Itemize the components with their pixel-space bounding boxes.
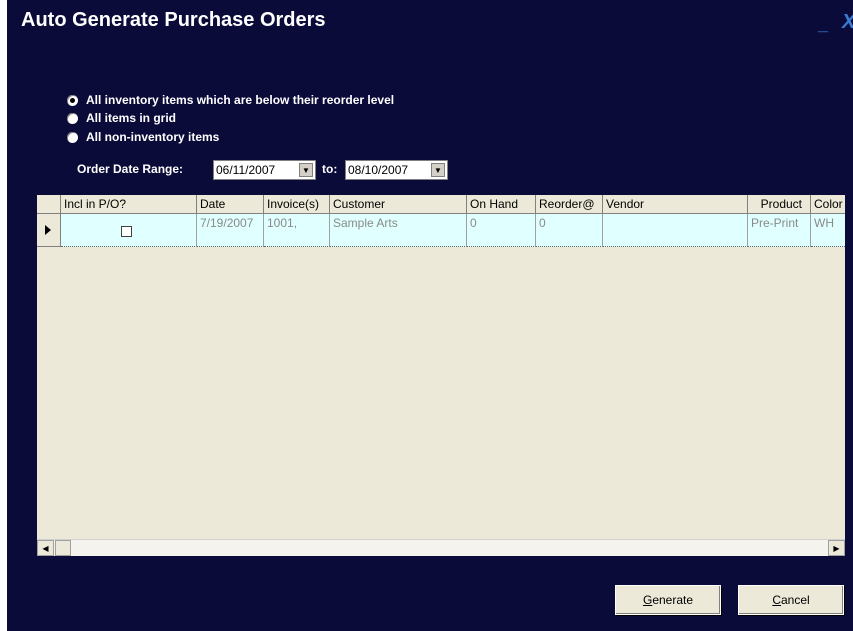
radio-button[interactable] [67, 131, 78, 143]
horizontal-scrollbar[interactable]: ◀ ▶ [37, 539, 845, 556]
cell-invoices[interactable]: 1001, [264, 214, 330, 247]
close-button[interactable]: X [842, 11, 853, 34]
col-header-reorder[interactable]: Reorder@ [536, 195, 603, 214]
radio-button[interactable] [67, 94, 78, 106]
scroll-left-icon[interactable]: ◀ [37, 540, 54, 556]
cell-date[interactable]: 7/19/2007 [197, 214, 264, 247]
option-below-reorder[interactable]: All inventory items which are below thei… [67, 92, 394, 108]
option-non-inventory[interactable]: All non-inventory items [67, 129, 219, 145]
option-all-in-grid[interactable]: All items in grid [67, 110, 176, 126]
cell-incl[interactable] [61, 214, 197, 247]
scroll-thumb[interactable] [55, 540, 71, 556]
chevron-down-icon[interactable]: ▼ [431, 163, 445, 177]
minimize-button[interactable]: _ [818, 14, 828, 35]
radio-button[interactable] [67, 112, 78, 124]
col-header-incl[interactable]: Incl in P/O? [61, 195, 197, 214]
cancel-button-label: Cancel [772, 593, 810, 607]
order-date-range-label: Order Date Range: [77, 162, 184, 176]
to-date-picker[interactable]: 08/10/2007 ▼ [345, 160, 448, 180]
row-selector[interactable] [37, 214, 61, 247]
cancel-button[interactable]: Cancel [738, 585, 844, 615]
table-row[interactable]: 7/19/2007 1001, Sample Arts 0 0 Pre-Prin… [37, 214, 845, 247]
current-row-arrow-icon [45, 225, 51, 235]
to-label: to: [322, 162, 338, 176]
include-checkbox[interactable] [121, 226, 132, 237]
cell-vendor[interactable] [603, 214, 748, 247]
from-date-value: 06/11/2007 [216, 163, 276, 177]
generate-button-label: Generate [642, 593, 694, 607]
col-header-customer[interactable]: Customer [330, 195, 467, 214]
cell-reorder[interactable]: 0 [536, 214, 603, 247]
dialog-title: Auto Generate Purchase Orders [21, 9, 326, 31]
items-grid[interactable]: Incl in P/O? Date Invoice(s) Customer On… [37, 195, 845, 556]
generate-button[interactable]: Generate [615, 585, 721, 615]
cell-on-hand[interactable]: 0 [467, 214, 536, 247]
col-header-product[interactable]: Product [748, 195, 811, 214]
option-label: All non-inventory items [86, 130, 220, 144]
cell-customer[interactable]: Sample Arts [330, 214, 467, 247]
option-label: All items in grid [86, 111, 177, 125]
col-header-color[interactable]: Color [811, 195, 845, 214]
scroll-right-icon[interactable]: ▶ [828, 540, 845, 556]
chevron-down-icon[interactable]: ▼ [299, 163, 313, 177]
header-corner [37, 195, 61, 214]
grid-header: Incl in P/O? Date Invoice(s) Customer On… [37, 195, 845, 214]
col-header-vendor[interactable]: Vendor [603, 195, 748, 214]
col-header-on-hand[interactable]: On Hand [467, 195, 536, 214]
from-date-picker[interactable]: 06/11/2007 ▼ [213, 160, 316, 180]
option-label: All inventory items which are below thei… [86, 93, 395, 107]
cell-color[interactable]: WH [811, 214, 845, 247]
cell-product[interactable]: Pre-Print [748, 214, 811, 247]
to-date-value: 08/10/2007 [348, 163, 409, 177]
col-header-date[interactable]: Date [197, 195, 264, 214]
col-header-invoices[interactable]: Invoice(s) [264, 195, 330, 214]
